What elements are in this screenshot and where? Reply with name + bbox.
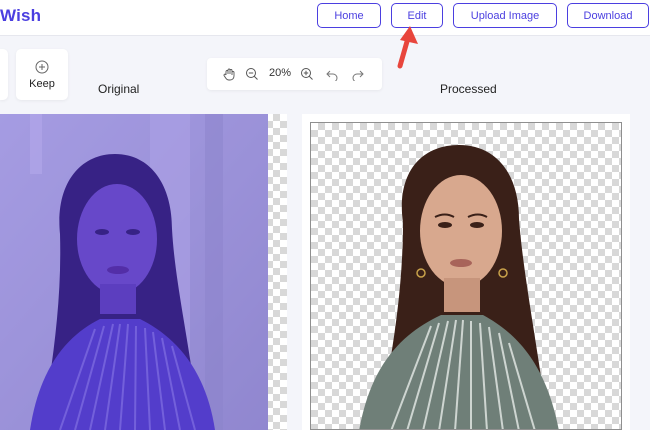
zoom-level: 20% — [269, 67, 292, 79]
original-label: Original — [98, 82, 140, 96]
top-header: Wish Home Edit Upload Image Download — [0, 0, 650, 36]
zoom-in-icon[interactable] — [299, 66, 315, 82]
zoom-toolbar: 20% — [207, 58, 382, 90]
original-image-panel — [0, 114, 287, 430]
keep-button[interactable]: Keep — [16, 49, 68, 100]
redo-icon[interactable] — [350, 66, 366, 82]
add-circle-icon — [35, 60, 49, 73]
home-button[interactable]: Home — [317, 3, 381, 28]
brand-logo[interactable]: Wish — [0, 6, 41, 26]
tool-button-partial[interactable] — [0, 49, 8, 100]
processed-canvas — [310, 122, 622, 430]
zoom-out-icon[interactable] — [244, 66, 260, 82]
keep-label: Keep — [29, 77, 55, 90]
undo-icon[interactable] — [324, 66, 340, 82]
processed-label: Processed — [440, 82, 497, 96]
hand-icon[interactable] — [221, 66, 237, 82]
original-photo — [0, 114, 268, 430]
red-arrow-icon — [397, 26, 418, 69]
processed-photo — [359, 145, 559, 429]
download-button[interactable]: Download — [567, 3, 649, 28]
processed-image-panel — [302, 114, 630, 430]
upload-image-button[interactable]: Upload Image — [453, 3, 557, 28]
